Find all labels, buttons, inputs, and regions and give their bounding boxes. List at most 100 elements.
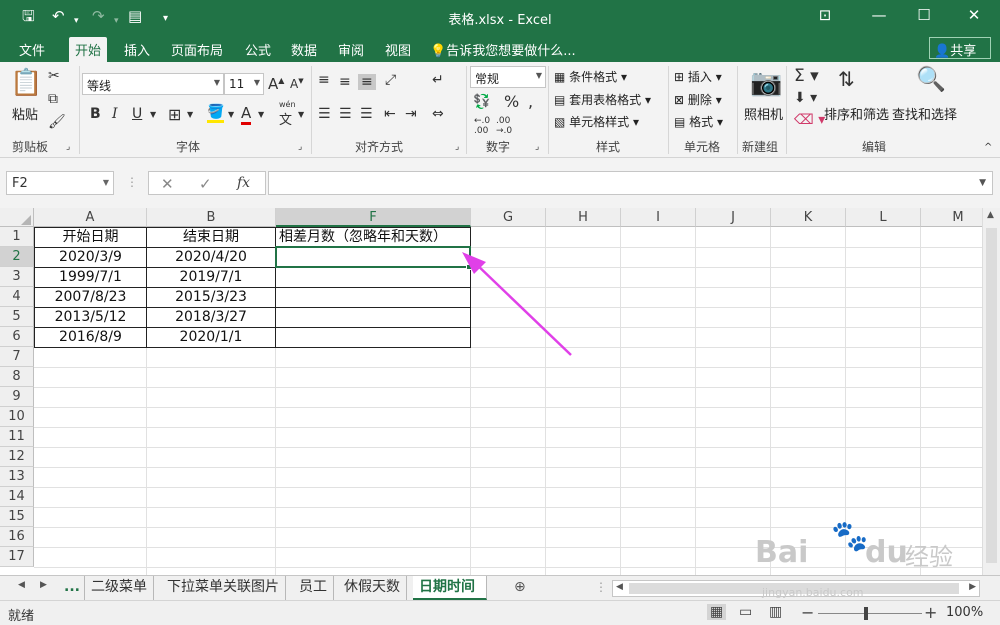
currency-icon[interactable]: 💱 [473, 94, 490, 110]
percent-icon[interactable]: % [504, 92, 519, 111]
vertical-scrollbar[interactable]: ▲ [982, 208, 1000, 575]
tab-view[interactable]: 视图 [385, 40, 411, 62]
sort-filter-icon[interactable]: ⇅ [838, 67, 855, 91]
camera-icon[interactable]: 📷 [750, 68, 782, 98]
scroll-thumb[interactable] [986, 228, 997, 563]
autosum-icon[interactable]: Σ ▾ [794, 66, 819, 86]
paste-button[interactable]: 粘贴 [12, 104, 38, 123]
merge-center-icon[interactable]: ⇔ [432, 106, 444, 122]
sheet-tab-secondary-menu[interactable]: 二级菜单 [85, 576, 154, 600]
border-icon[interactable]: ⊞ [168, 105, 181, 124]
phonetic-guide-icon[interactable]: wén 文 [279, 100, 296, 128]
chevron-down-icon[interactable]: ▼ [298, 110, 304, 119]
dialog-launcher-icon[interactable]: ⌟ [535, 142, 539, 152]
decrease-indent-icon[interactable]: ⇤ [384, 106, 396, 122]
maximize-icon[interactable]: ☐ [912, 6, 936, 24]
add-sheet-icon[interactable]: ⊕ [514, 579, 526, 595]
format-cells-button[interactable]: ▤ 格式 ▾ [674, 113, 723, 130]
align-right-icon[interactable]: ☰ [360, 106, 373, 122]
zoom-slider[interactable] [818, 613, 922, 614]
align-middle-icon[interactable]: ≡ [339, 74, 351, 90]
number-format-combo[interactable]: 常规 ▼ [470, 66, 546, 88]
expand-formula-icon[interactable]: ▼ [979, 178, 986, 188]
insert-function-button[interactable]: fx [237, 175, 250, 191]
wrap-text-icon[interactable]: ↵ [432, 72, 444, 88]
fill-color-icon[interactable]: 🪣 [207, 104, 225, 123]
close-icon[interactable]: ✕ [962, 6, 986, 24]
format-as-table-button[interactable]: ▤ 套用表格格式 ▾ [554, 91, 651, 108]
camera-button[interactable]: 照相机 [744, 104, 783, 123]
tab-insert[interactable]: 插入 [124, 40, 150, 62]
cut-icon[interactable]: ✂ [48, 68, 60, 84]
decrease-font-icon[interactable]: A▼ [290, 77, 304, 91]
increase-indent-icon[interactable]: ⇥ [405, 106, 417, 122]
align-left-icon[interactable]: ☰ [318, 106, 331, 122]
decrease-decimal-icon[interactable]: .00 →.0 [496, 116, 512, 136]
tab-data[interactable]: 数据 [291, 40, 317, 62]
font-color-icon[interactable]: A [241, 104, 252, 125]
align-center-icon[interactable]: ☰ [339, 106, 352, 122]
comma-style-icon[interactable]: , [528, 92, 533, 111]
underline-icon[interactable]: U [132, 106, 142, 122]
paste-icon[interactable]: 📋 [10, 68, 42, 98]
dialog-launcher-icon[interactable]: ⌟ [66, 142, 70, 152]
sheet-tab-date-time[interactable]: 日期时间 [413, 576, 487, 600]
formula-input[interactable]: ▼ [268, 171, 993, 195]
insert-cells-button[interactable]: ⊞ 插入 ▾ [674, 68, 722, 85]
chevron-down-icon[interactable]: ▼ [187, 110, 193, 119]
tab-home[interactable]: 开始 [69, 37, 108, 62]
sheet-tab-leave-days[interactable]: 休假天数 [338, 576, 407, 600]
cell-styles-button[interactable]: ▧ 单元格样式 ▾ [554, 113, 639, 130]
page-layout-view-icon[interactable]: ▭ [739, 604, 752, 620]
share-button[interactable]: 👤共享 [929, 37, 991, 59]
delete-cells-button[interactable]: ⊠ 删除 ▾ [674, 91, 722, 108]
conditional-formatting-button[interactable]: ▦ 条件格式 ▾ [554, 68, 627, 85]
normal-view-icon[interactable]: ▦ [707, 604, 727, 620]
format-painter-icon[interactable]: 🖌 [48, 114, 66, 130]
fill-icon[interactable]: ⬇ ▾ [794, 90, 817, 106]
dialog-launcher-icon[interactable]: ⌟ [298, 142, 302, 152]
zoom-level[interactable]: 100% [946, 605, 983, 620]
sort-filter-button[interactable]: 排序和筛选 [824, 104, 889, 123]
ribbon-display-icon[interactable]: ⊡ [813, 6, 837, 24]
dialog-launcher-icon[interactable]: ⌟ [455, 142, 459, 152]
zoom-slider-thumb[interactable] [864, 607, 868, 620]
name-box[interactable]: F2 ▼ [6, 171, 114, 195]
bold-icon[interactable]: B [90, 106, 101, 122]
next-sheet-icon[interactable]: ▶ [40, 580, 47, 590]
sheet-tab-employees[interactable]: 员工 [293, 576, 334, 600]
orientation-icon[interactable]: ⤢ [385, 72, 396, 88]
minimize-icon[interactable]: — [867, 6, 891, 24]
scroll-right-icon[interactable]: ▶ [969, 582, 976, 592]
cancel-icon[interactable]: ✕ [161, 175, 174, 193]
tab-formulas[interactable]: 公式 [245, 40, 271, 62]
chevron-down-icon[interactable]: ▼ [258, 110, 264, 119]
increase-font-icon[interactable]: A▲ [268, 75, 284, 93]
scroll-left-icon[interactable]: ◀ [616, 582, 623, 592]
find-select-button[interactable]: 查找和选择 [892, 104, 957, 123]
italic-icon[interactable]: I [112, 106, 118, 122]
align-bottom-icon[interactable]: ≡ [358, 74, 376, 90]
tell-me-search[interactable]: 💡告诉我您想要做什么... [430, 40, 576, 59]
find-select-icon[interactable]: 🔍 [916, 65, 946, 93]
sheet-tab-dropdown-image[interactable]: 下拉菜单关联图片 [161, 576, 286, 600]
align-top-icon[interactable]: ≡ [318, 72, 330, 88]
tab-file[interactable]: 文件 [19, 40, 45, 62]
scroll-up-icon[interactable]: ▲ [987, 210, 994, 220]
tab-page-layout[interactable]: 页面布局 [171, 40, 223, 62]
increase-decimal-icon[interactable]: ←.0.00 [474, 116, 490, 136]
clear-icon[interactable]: ⌫ ▾ [794, 112, 825, 128]
tab-review[interactable]: 审阅 [338, 40, 364, 62]
copy-icon[interactable]: ⧉ [48, 91, 58, 107]
more-sheets-button[interactable]: ... [58, 576, 86, 600]
drag-handle-icon[interactable]: ⋮ [126, 175, 138, 189]
enter-icon[interactable]: ✓ [199, 175, 212, 193]
zoom-out-icon[interactable]: − [801, 603, 814, 622]
prev-sheet-icon[interactable]: ◀ [18, 580, 25, 590]
font-size-combo[interactable]: 11 ▼ [224, 73, 264, 95]
zoom-in-icon[interactable]: + [924, 603, 937, 622]
font-name-combo[interactable]: 等线 ▼ [82, 73, 224, 95]
chevron-down-icon[interactable]: ▼ [228, 110, 234, 119]
chevron-down-icon[interactable]: ▼ [103, 178, 109, 187]
collapse-ribbon-icon[interactable]: ^ [984, 142, 992, 153]
